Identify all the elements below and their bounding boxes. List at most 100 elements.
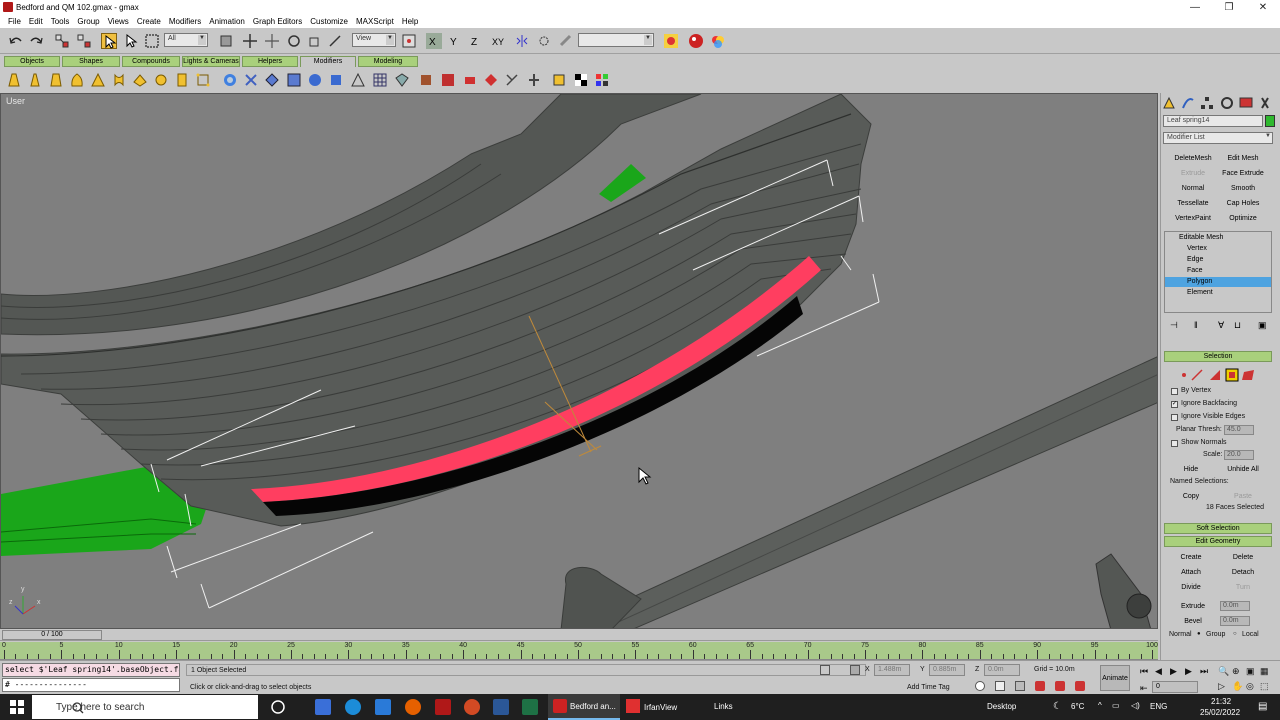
angle-snap-icon[interactable]	[1055, 681, 1065, 691]
key-mode-icon[interactable]	[975, 681, 985, 691]
snap-icon[interactable]	[558, 33, 574, 49]
mail-icon[interactable]	[375, 699, 391, 715]
time-slider[interactable]: 0 / 100	[2, 630, 102, 640]
face-extrude-button[interactable]: Face Extrude	[1218, 167, 1268, 180]
tab-modeling[interactable]: Modeling	[358, 56, 418, 67]
wave-modifier-icon[interactable]	[153, 72, 169, 88]
unhide-all-button[interactable]: Unhide All	[1218, 463, 1268, 476]
hierarchy-tab-icon[interactable]	[1200, 96, 1214, 110]
snap-toggle-icon[interactable]	[1035, 681, 1045, 691]
clock-date[interactable]: 25/02/2022	[1200, 708, 1240, 717]
tessellate-icon[interactable]	[462, 72, 478, 88]
menu-help[interactable]: Help	[398, 17, 422, 26]
percent-snap-icon[interactable]	[1075, 681, 1085, 691]
render-icon[interactable]	[688, 33, 704, 49]
zoom-extents-all-icon[interactable]: ▦	[1260, 666, 1269, 677]
taskbar-search-box[interactable]: Type here to search	[32, 695, 258, 719]
box-icon[interactable]	[328, 72, 344, 88]
axis-z-icon[interactable]: Z	[468, 33, 484, 49]
remove-modifier-icon[interactable]: ⊔	[1234, 320, 1241, 331]
ignore-backfacing-checkbox[interactable]: ✓	[1171, 401, 1178, 408]
extrude-button[interactable]: Extrude	[1168, 600, 1218, 613]
y-coordinate-field[interactable]: 0.885m	[929, 664, 965, 676]
tab-objects[interactable]: Objects	[4, 56, 60, 67]
axis-xy-plane-icon[interactable]: XY	[490, 33, 506, 49]
stack-item-editable-mesh[interactable]: Editable Mesh	[1165, 233, 1271, 243]
taskbar-app-irfanview[interactable]: IrfanView	[622, 694, 692, 720]
group-radio-icon[interactable]: ●	[1197, 631, 1201, 637]
menu-file[interactable]: File	[4, 17, 25, 26]
menu-group[interactable]: Group	[73, 17, 103, 26]
select-and-move-region-icon[interactable]	[218, 33, 234, 49]
tab-helpers[interactable]: Helpers	[242, 56, 298, 67]
pivot-center-icon[interactable]	[401, 33, 417, 49]
go-to-start-icon[interactable]: ⏮	[1140, 666, 1148, 677]
color-palette-icon[interactable]	[594, 72, 610, 88]
zoom-extents-icon[interactable]: ▣	[1246, 666, 1255, 677]
move-alt-icon[interactable]	[264, 33, 280, 49]
maxscript-listener-input[interactable]: # ---------------	[2, 678, 180, 692]
detach-button[interactable]: Detach	[1218, 566, 1268, 579]
stack-item-element[interactable]: Element	[1165, 288, 1271, 298]
smooth-button[interactable]: Smooth	[1218, 182, 1268, 195]
menu-maxscript[interactable]: MAXScript	[352, 17, 398, 26]
key-filter-icon[interactable]	[1015, 681, 1025, 691]
axis-xy-icon[interactable]: X	[426, 33, 442, 49]
fov-icon[interactable]: ▷	[1218, 681, 1225, 692]
select-by-name-icon[interactable]	[123, 33, 139, 49]
scale-icon[interactable]	[307, 33, 323, 49]
taper-modifier-icon[interactable]	[27, 72, 43, 88]
ffd-modifier-icon[interactable]	[195, 72, 211, 88]
modify-tab-icon[interactable]	[1181, 96, 1195, 110]
next-frame-icon[interactable]: ▶	[1185, 666, 1192, 677]
tab-shapes[interactable]: Shapes	[62, 56, 120, 67]
material-editor-icon[interactable]	[663, 33, 679, 49]
previous-frame-icon[interactable]: ◀	[1155, 666, 1162, 677]
windows-start-icon[interactable]	[10, 700, 24, 714]
optimize-button[interactable]: Optimize	[1218, 212, 1268, 225]
sphere-icon[interactable]	[307, 72, 323, 88]
ignore-visible-edges-checkbox[interactable]	[1171, 414, 1178, 421]
bend-modifier-icon[interactable]	[6, 72, 22, 88]
show-normals-checkbox[interactable]	[1171, 440, 1178, 447]
create-tab-icon[interactable]	[1162, 96, 1176, 110]
configure-sets-icon[interactable]: ▣	[1258, 320, 1267, 331]
unlink-icon[interactable]	[76, 33, 92, 49]
menu-graph-editors[interactable]: Graph Editors	[249, 17, 306, 26]
clock-time[interactable]: 21:32	[1211, 697, 1231, 706]
close-button[interactable]: ✕	[1246, 2, 1280, 13]
normal-modifier-icon[interactable]	[394, 72, 410, 88]
menu-views[interactable]: Views	[104, 17, 133, 26]
zoom-icon[interactable]: 🔍	[1218, 666, 1229, 677]
mesh-select-icon[interactable]	[264, 72, 280, 88]
axis-y-icon[interactable]: Y	[447, 33, 463, 49]
excel-icon[interactable]	[522, 699, 538, 715]
relax-icon[interactable]	[504, 72, 520, 88]
edit-geometry-rollout-header[interactable]: Edit Geometry	[1164, 536, 1272, 547]
powerpoint-icon[interactable]	[464, 699, 480, 715]
x-coordinate-field[interactable]: 1.488m	[874, 664, 910, 676]
tab-lights-cameras[interactable]: Lights & Cameras	[182, 56, 240, 67]
skew-modifier-icon[interactable]	[174, 72, 190, 88]
volume-icon[interactable]: ◁)	[1131, 701, 1140, 710]
stack-item-face[interactable]: Face	[1165, 266, 1271, 276]
select-object-icon[interactable]	[101, 33, 117, 49]
ripple-modifier-icon[interactable]	[132, 72, 148, 88]
add-time-tag-button[interactable]: Add Time Tag	[907, 684, 950, 691]
z-coordinate-field[interactable]: 0.0m	[984, 664, 1020, 676]
pan-icon[interactable]: ✋	[1232, 681, 1243, 692]
soft-selection-rollout-header[interactable]: Soft Selection	[1164, 523, 1272, 534]
chevron-up-icon[interactable]: ^	[1098, 701, 1102, 710]
region-select-icon[interactable]	[144, 33, 160, 49]
bevel-spinner[interactable]: 0.0m	[1220, 616, 1250, 626]
taskbar-app-gmax[interactable]: Bedford an...	[548, 694, 620, 720]
paste-button[interactable]: Paste	[1218, 490, 1268, 503]
arc-rotate-icon[interactable]: ◎	[1246, 681, 1254, 692]
divide-button[interactable]: Divide	[1168, 581, 1214, 594]
pin-stack-icon[interactable]: ⊣	[1170, 320, 1178, 331]
links-toolbar[interactable]: Links	[714, 702, 733, 711]
optimize-icon[interactable]	[483, 72, 499, 88]
vertexpaint-button[interactable]: VertexPaint	[1168, 212, 1218, 225]
current-frame-field[interactable]: 0	[1152, 681, 1198, 693]
modifier-list-dropdown[interactable]: Modifier List ▼	[1163, 132, 1273, 144]
